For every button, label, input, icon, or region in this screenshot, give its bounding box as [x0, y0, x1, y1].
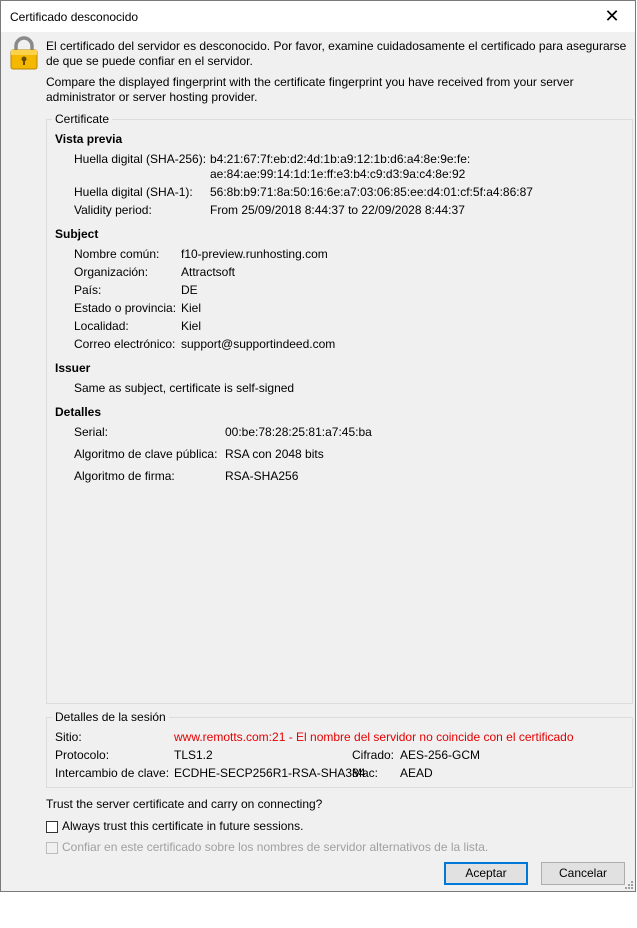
subject-label: Nombre común:	[74, 247, 160, 261]
details-value: RSA con 2048 bits	[225, 447, 324, 461]
details-value: 00:be:78:28:25:81:a7:45:ba	[225, 425, 372, 439]
site-value: www.remotts.com:21 - El nombre del servi…	[174, 730, 574, 744]
subject-value: Kiel	[181, 301, 202, 315]
fingerprint-compare-note: Compare the displayed fingerprint with t…	[46, 75, 574, 104]
details-label: Algoritmo de clave pública:	[74, 447, 218, 461]
sha1-value: 56:8b:b9:71:8a:50:16:6e:a7:03:06:85:ee:d…	[210, 185, 533, 199]
mac-label: Mac:	[352, 766, 379, 780]
certificate-dialog: Certificado desconocido ✕ El certificado…	[0, 0, 636, 892]
preview-heading: Vista previa	[55, 132, 123, 146]
sha256-value-line2: ae:84:ae:99:14:1d:1e:ff:e3:b4:c9:d3:9a:c…	[210, 167, 466, 181]
protocol-value: TLS1.2	[174, 748, 213, 762]
subject-label: Organización:	[74, 265, 149, 279]
session-details-legend: Detalles de la sesión	[52, 710, 169, 724]
subject-label: Correo electrónico:	[74, 337, 176, 351]
subject-value: Kiel	[181, 319, 202, 333]
validity-value: From 25/09/2018 8:44:37 to 22/09/2028 8:…	[210, 203, 465, 217]
window-title: Certificado desconocido	[10, 10, 139, 24]
sha1-label: Huella digital (SHA-1):	[74, 185, 193, 199]
subject-value: support@supportindeed.com	[181, 337, 336, 351]
cipher-value: AES-256-GCM	[400, 748, 481, 762]
issuer-text: Same as subject, certificate is self-sig…	[74, 381, 295, 395]
subject-label: País:	[74, 283, 102, 297]
cipher-label: Cifrado:	[352, 748, 395, 762]
subject-value: Attractsoft	[181, 265, 236, 279]
always-trust-checkbox[interactable]	[46, 821, 58, 833]
certificate-legend: Certificate	[52, 112, 113, 126]
subject-value: DE	[181, 283, 198, 297]
subject-label: Localidad:	[74, 319, 129, 333]
sha256-label: Huella digital (SHA-256):	[74, 152, 207, 166]
details-heading: Detalles	[55, 405, 102, 419]
padlock-icon	[10, 36, 38, 70]
validity-label: Validity period:	[74, 203, 152, 217]
details-label: Algoritmo de firma:	[74, 469, 175, 483]
cancel-button[interactable]: Cancelar	[541, 862, 625, 885]
key-exchange-value: ECDHE-SECP256R1-RSA-SHA384	[174, 766, 366, 780]
details-label: Serial:	[74, 425, 109, 439]
subject-value: f10-preview.runhosting.com	[181, 247, 328, 261]
trust-alt-names-checkbox[interactable]	[46, 842, 58, 854]
always-trust-label[interactable]: Always trust this certificate in future …	[62, 819, 303, 834]
site-label: Sitio:	[55, 730, 82, 744]
trust-alt-names-label[interactable]: Confiar en este certificado sobre los no…	[62, 840, 488, 855]
protocol-label: Protocolo:	[55, 748, 110, 762]
subject-label: Estado o provincia:	[74, 301, 177, 315]
issuer-heading: Issuer	[55, 361, 91, 375]
close-icon[interactable]: ✕	[589, 1, 635, 32]
accept-button[interactable]: Aceptar	[444, 862, 528, 885]
title-bar: Certificado desconocido ✕	[1, 1, 635, 32]
details-value: RSA-SHA256	[225, 469, 299, 483]
key-exchange-label: Intercambio de clave:	[55, 766, 170, 780]
trust-question: Trust the server certificate and carry o…	[46, 797, 323, 811]
mac-value: AEAD	[400, 766, 433, 780]
sha256-value-line1: b4:21:67:7f:eb:d2:4d:1b:a9:12:1b:d6:a4:8…	[210, 152, 471, 166]
subject-heading: Subject	[55, 227, 99, 241]
unknown-certificate-warning: El certificado del servidor es desconoci…	[46, 39, 627, 68]
resize-grip-icon[interactable]	[623, 879, 633, 889]
